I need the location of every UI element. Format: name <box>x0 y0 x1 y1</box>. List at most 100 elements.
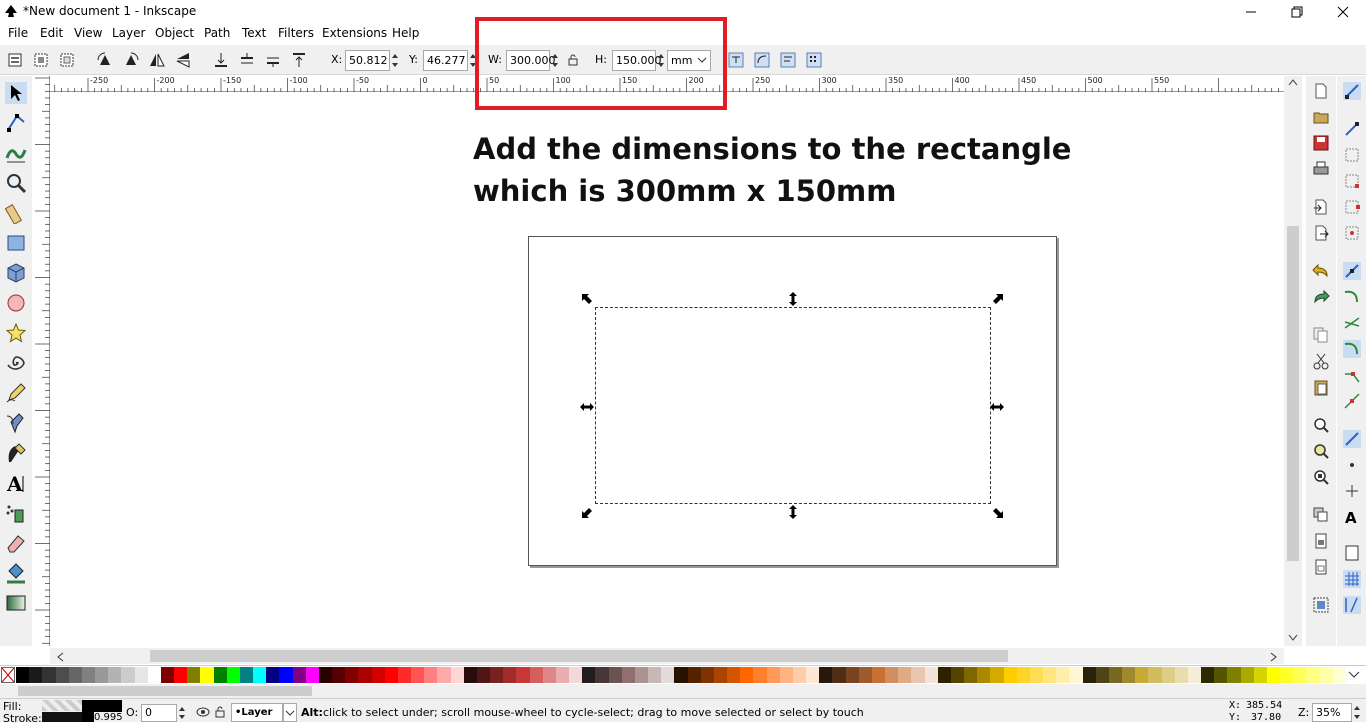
duplicate-icon[interactable] <box>1312 506 1330 524</box>
zoom-selection-icon[interactable] <box>1312 416 1330 434</box>
scale-stroke-icon[interactable] <box>727 51 745 69</box>
no-paint-icon[interactable] <box>1 667 15 683</box>
ellipse-tool-icon[interactable] <box>5 292 27 314</box>
snap-enable-icon[interactable] <box>1343 82 1361 100</box>
color-swatch[interactable] <box>384 667 399 683</box>
opacity-input[interactable]: 0 <box>141 704 177 722</box>
snap-bbox-icon[interactable] <box>1343 120 1361 138</box>
cut-icon[interactable] <box>1312 352 1330 370</box>
color-swatch[interactable] <box>187 667 201 683</box>
color-swatch[interactable] <box>134 667 148 683</box>
color-swatch[interactable] <box>1016 667 1031 683</box>
color-swatch[interactable] <box>582 667 596 683</box>
3d-box-tool-icon[interactable] <box>5 262 27 284</box>
vertical-ruler[interactable] <box>33 76 50 646</box>
snap-smooth-icon[interactable] <box>1343 366 1361 384</box>
scale-handle-left-icon[interactable] <box>580 400 594 414</box>
color-swatch[interactable] <box>1280 667 1294 683</box>
color-swatch[interactable] <box>68 667 83 683</box>
color-swatch[interactable] <box>555 667 570 683</box>
color-swatch[interactable] <box>674 667 688 683</box>
color-swatch[interactable] <box>358 667 372 683</box>
zoom-tool-icon[interactable] <box>5 172 27 194</box>
zoom-input[interactable]: 35% <box>1312 703 1352 722</box>
snap-guide-icon[interactable] <box>1343 596 1361 614</box>
color-swatch[interactable] <box>595 667 609 683</box>
color-swatch[interactable] <box>806 667 820 683</box>
color-swatch[interactable] <box>55 667 69 683</box>
palette-scroll-thumb[interactable] <box>18 686 312 696</box>
color-swatch[interactable] <box>634 667 649 683</box>
star-tool-icon[interactable] <box>5 322 27 344</box>
color-swatch[interactable] <box>266 667 280 683</box>
layer-lock-icon[interactable] <box>215 705 225 719</box>
color-swatch[interactable] <box>924 667 939 683</box>
color-swatch[interactable] <box>424 667 438 683</box>
color-swatch[interactable] <box>727 667 741 683</box>
selector-tool-icon[interactable] <box>5 82 27 104</box>
color-swatch[interactable] <box>871 667 886 683</box>
color-swatch[interactable] <box>898 667 912 683</box>
zoom-drawing-icon[interactable] <box>1312 442 1330 460</box>
snap-nodes-icon[interactable] <box>1343 262 1361 280</box>
color-swatch[interactable] <box>42 667 56 683</box>
color-swatch[interactable] <box>1332 667 1347 683</box>
rotate-cw-icon[interactable] <box>122 51 140 69</box>
color-swatch[interactable] <box>1201 667 1215 683</box>
menu-help[interactable]: Help <box>392 26 419 40</box>
zoom-page-icon[interactable] <box>1312 468 1330 486</box>
color-swatch[interactable] <box>832 667 846 683</box>
color-swatch[interactable] <box>937 667 952 683</box>
clone-icon[interactable] <box>1312 532 1330 550</box>
scale-handle-right-icon[interactable] <box>990 400 1004 414</box>
color-swatch[interactable] <box>1043 667 1057 683</box>
scale-handle-top-icon[interactable] <box>786 292 800 306</box>
color-swatch[interactable] <box>371 667 385 683</box>
copy-icon[interactable] <box>1312 326 1330 344</box>
snap-intersection-icon[interactable] <box>1343 314 1361 332</box>
color-swatch[interactable] <box>1082 667 1097 683</box>
scale-handle-top-right-icon[interactable] <box>990 293 1004 307</box>
gradient-tool-icon[interactable] <box>5 592 27 614</box>
color-swatch[interactable] <box>174 667 188 683</box>
color-swatch[interactable] <box>16 667 30 683</box>
color-swatch[interactable] <box>740 667 754 683</box>
color-swatch[interactable] <box>1095 667 1110 683</box>
lower-to-bottom-icon[interactable] <box>212 51 230 69</box>
snap-page-border-icon[interactable] <box>1343 544 1361 562</box>
color-swatch[interactable] <box>450 667 464 683</box>
flip-vertical-icon[interactable] <box>174 51 192 69</box>
color-swatch[interactable] <box>911 667 925 683</box>
menu-filters[interactable]: Filters <box>278 26 314 40</box>
rotate-ccw-icon[interactable] <box>96 51 114 69</box>
paint-bucket-tool-icon[interactable] <box>5 562 27 584</box>
color-swatch[interactable] <box>160 667 175 683</box>
color-swatch[interactable] <box>950 667 965 683</box>
menu-extensions[interactable]: Extensions <box>322 26 387 40</box>
eraser-tool-icon[interactable] <box>5 532 27 554</box>
color-swatch[interactable] <box>753 667 767 683</box>
color-swatch[interactable] <box>463 667 478 683</box>
unlink-clone-icon[interactable] <box>1312 558 1330 576</box>
vertical-scroll-thumb[interactable] <box>1287 226 1299 561</box>
snap-bbox-midpoint-icon[interactable] <box>1343 198 1361 216</box>
palette-scrollbar[interactable] <box>0 684 1366 698</box>
layer-select[interactable]: •Layer 1 <box>231 703 283 722</box>
color-swatch[interactable] <box>29 667 43 683</box>
color-swatch[interactable] <box>490 667 504 683</box>
vertical-scrollbar[interactable] <box>1284 76 1302 646</box>
color-swatch[interactable] <box>1135 667 1149 683</box>
horizontal-scrollbar[interactable] <box>50 648 1284 664</box>
redo-icon[interactable] <box>1312 288 1330 306</box>
x-input[interactable]: 50.812 <box>345 50 390 71</box>
snap-path-icon[interactable] <box>1343 288 1361 306</box>
pencil-tool-icon[interactable] <box>5 382 27 404</box>
color-swatch[interactable] <box>700 667 715 683</box>
color-swatch[interactable] <box>648 667 662 683</box>
color-swatch[interactable] <box>569 667 583 683</box>
group-icon[interactable] <box>1312 596 1330 614</box>
zoom-stepper-icon[interactable] <box>1352 703 1362 722</box>
selected-rectangle[interactable] <box>595 307 991 504</box>
menu-layer[interactable]: Layer <box>112 26 145 40</box>
color-swatch[interactable] <box>81 667 96 683</box>
